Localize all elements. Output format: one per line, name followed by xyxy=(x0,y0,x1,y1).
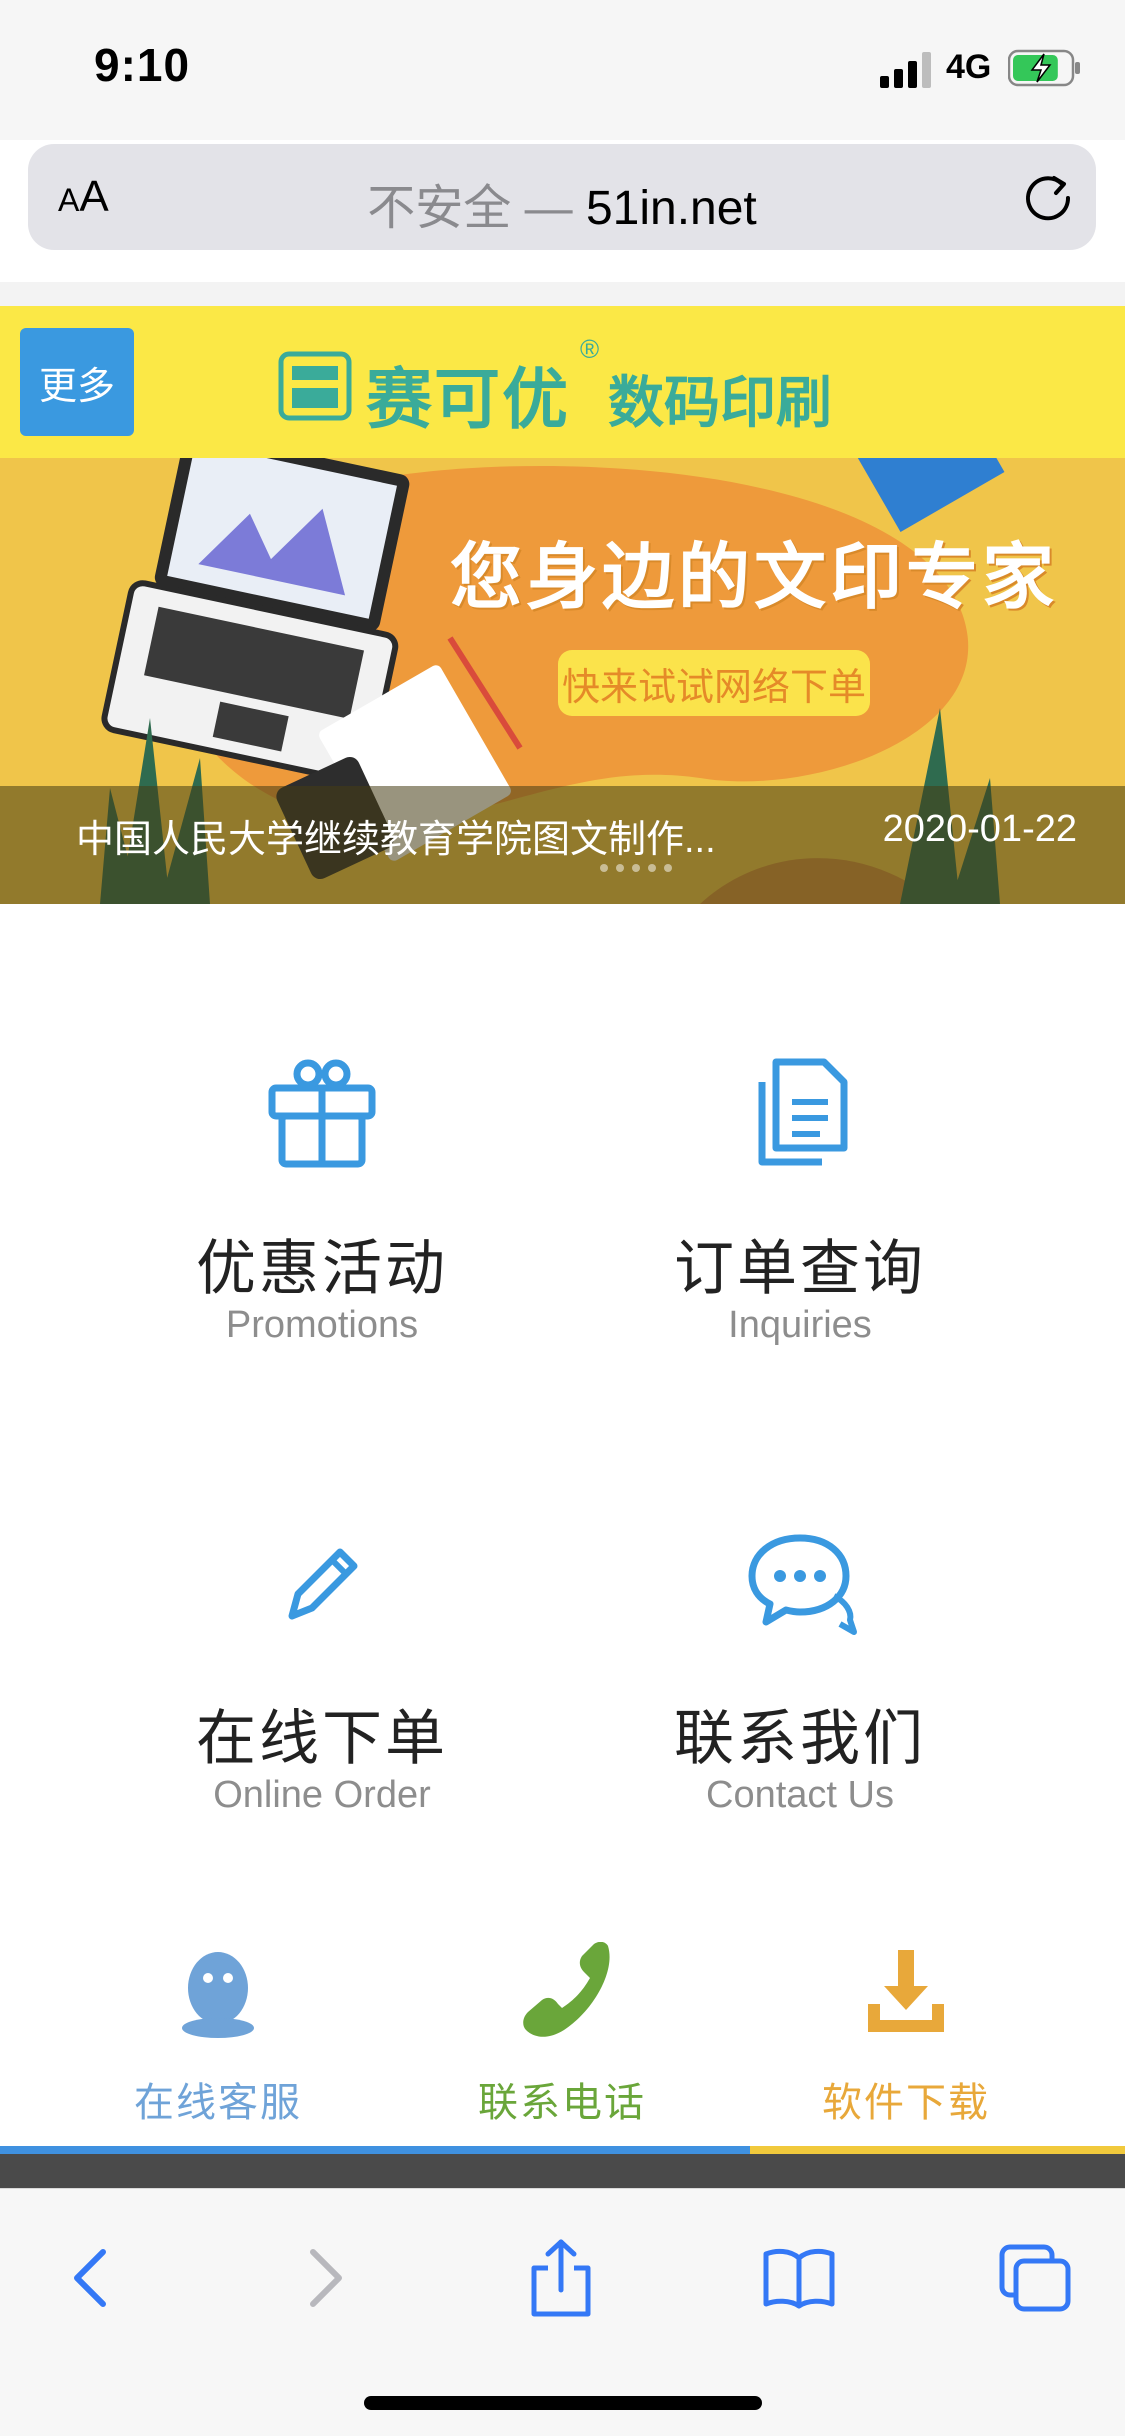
cellular-signal-icon xyxy=(880,52,931,88)
contact-us-subtitle: Contact Us xyxy=(706,1774,894,1816)
chevron-right-icon xyxy=(310,2249,342,2307)
promotions-subtitle: Promotions xyxy=(225,1304,419,1346)
qq-penguin-icon xyxy=(182,1952,254,2038)
carousel-dot[interactable] xyxy=(600,864,608,872)
registered-mark: ® xyxy=(580,334,600,364)
carousel-dot[interactable] xyxy=(664,864,672,872)
battery-charging-icon xyxy=(1008,49,1080,87)
scroll-progress-bar xyxy=(0,2146,1125,2154)
site-header: 更多 赛可优 ® 数码印刷 xyxy=(0,306,1125,458)
contact-us-title: 联系我们 xyxy=(674,1705,926,1772)
phone-button[interactable]: 联系电话 xyxy=(402,1942,722,2132)
insecure-label: 不安全 — xyxy=(367,182,573,235)
online-service-label: 在线客服 xyxy=(134,2081,302,2125)
online-order-tile[interactable]: 在线下单 Online Order xyxy=(82,1522,562,1922)
network-type: 4G xyxy=(946,48,992,86)
chat-icon xyxy=(748,1534,857,1635)
more-button[interactable]: 更多 xyxy=(20,328,134,436)
inquiries-subtitle: Inquiries xyxy=(728,1304,872,1346)
feature-grid: 优惠活动 Promotions 订单查询 Inquiries 在线下单 Onli… xyxy=(0,904,1125,1884)
chevron-left-icon xyxy=(74,2249,106,2307)
promotions-tile[interactable]: 优惠活动 Promotions xyxy=(82,1052,562,1452)
carousel-dot[interactable] xyxy=(632,864,640,872)
brand-tagline: 数码印刷 xyxy=(608,371,832,434)
download-button[interactable]: 软件下载 xyxy=(746,1942,1066,2132)
address-bar[interactable]: AA 不安全 — 51in.net xyxy=(28,144,1096,250)
status-bar: 9:10 4G xyxy=(0,0,1125,140)
banner-date: 2020-01-22 xyxy=(882,808,1077,850)
download-label: 软件下载 xyxy=(822,2081,990,2125)
pencil-icon xyxy=(288,1548,358,1620)
carousel-dot[interactable] xyxy=(648,864,656,872)
phone-icon xyxy=(523,1942,610,2037)
banner-cta-button[interactable]: 快来试试网络下单 xyxy=(558,650,870,716)
book-icon xyxy=(763,2248,835,2309)
carousel-dot[interactable] xyxy=(616,864,624,872)
banner-caption-bar: 中国人民大学继续教育学院图文制作... 2020-01-22 xyxy=(0,786,1125,904)
share-icon xyxy=(531,2239,591,2317)
bookmarks-button[interactable] xyxy=(754,2233,844,2323)
home-indicator[interactable] xyxy=(364,2396,762,2410)
page-bottom-strip xyxy=(0,2154,1125,2188)
inquiries-title: 订单查询 xyxy=(674,1235,926,1302)
quick-actions-bar: 在线客服 联系电话 软件下载 xyxy=(0,1914,1125,2146)
page-top-strip xyxy=(0,282,1125,306)
gift-icon xyxy=(268,1059,376,1168)
online-order-subtitle: Online Order xyxy=(213,1774,431,1816)
status-time: 9:10 xyxy=(94,39,191,91)
online-service-button[interactable]: 在线客服 xyxy=(58,1942,378,2132)
phone-label: 联系电话 xyxy=(478,2081,646,2125)
promotions-title: 优惠活动 xyxy=(196,1235,448,1302)
share-button[interactable] xyxy=(516,2233,606,2323)
hero-banner[interactable]: 您身边的文印专家 快来试试网络下单 中国人民大学继续教育学院图文制作... 20… xyxy=(0,458,1125,904)
inquiries-tile[interactable]: 订单查询 Inquiries xyxy=(560,1052,1040,1452)
online-order-title: 在线下单 xyxy=(196,1705,448,1772)
banner-headline: 您身边的文印专家 xyxy=(450,538,1059,618)
reload-icon[interactable] xyxy=(1018,166,1078,226)
banner-caption[interactable]: 中国人民大学继续教育学院图文制作... xyxy=(76,808,796,863)
contact-us-tile[interactable]: 联系我们 Contact Us xyxy=(560,1522,1040,1922)
back-button[interactable] xyxy=(46,2233,136,2323)
forward-button[interactable] xyxy=(280,2233,370,2323)
download-icon xyxy=(868,1950,944,2032)
document-icon xyxy=(758,1058,848,1166)
scroll-progress-fill xyxy=(0,2146,751,2154)
carousel-dots[interactable] xyxy=(600,864,672,872)
tabs-icon xyxy=(999,2244,1071,2312)
brand-name: 赛可优 xyxy=(366,362,570,436)
url-domain: 51in.net xyxy=(585,182,757,235)
url-text[interactable]: 不安全 — 51in.net xyxy=(28,168,1096,238)
tabs-button[interactable] xyxy=(990,2233,1080,2323)
brand-logo-icon xyxy=(278,351,352,421)
